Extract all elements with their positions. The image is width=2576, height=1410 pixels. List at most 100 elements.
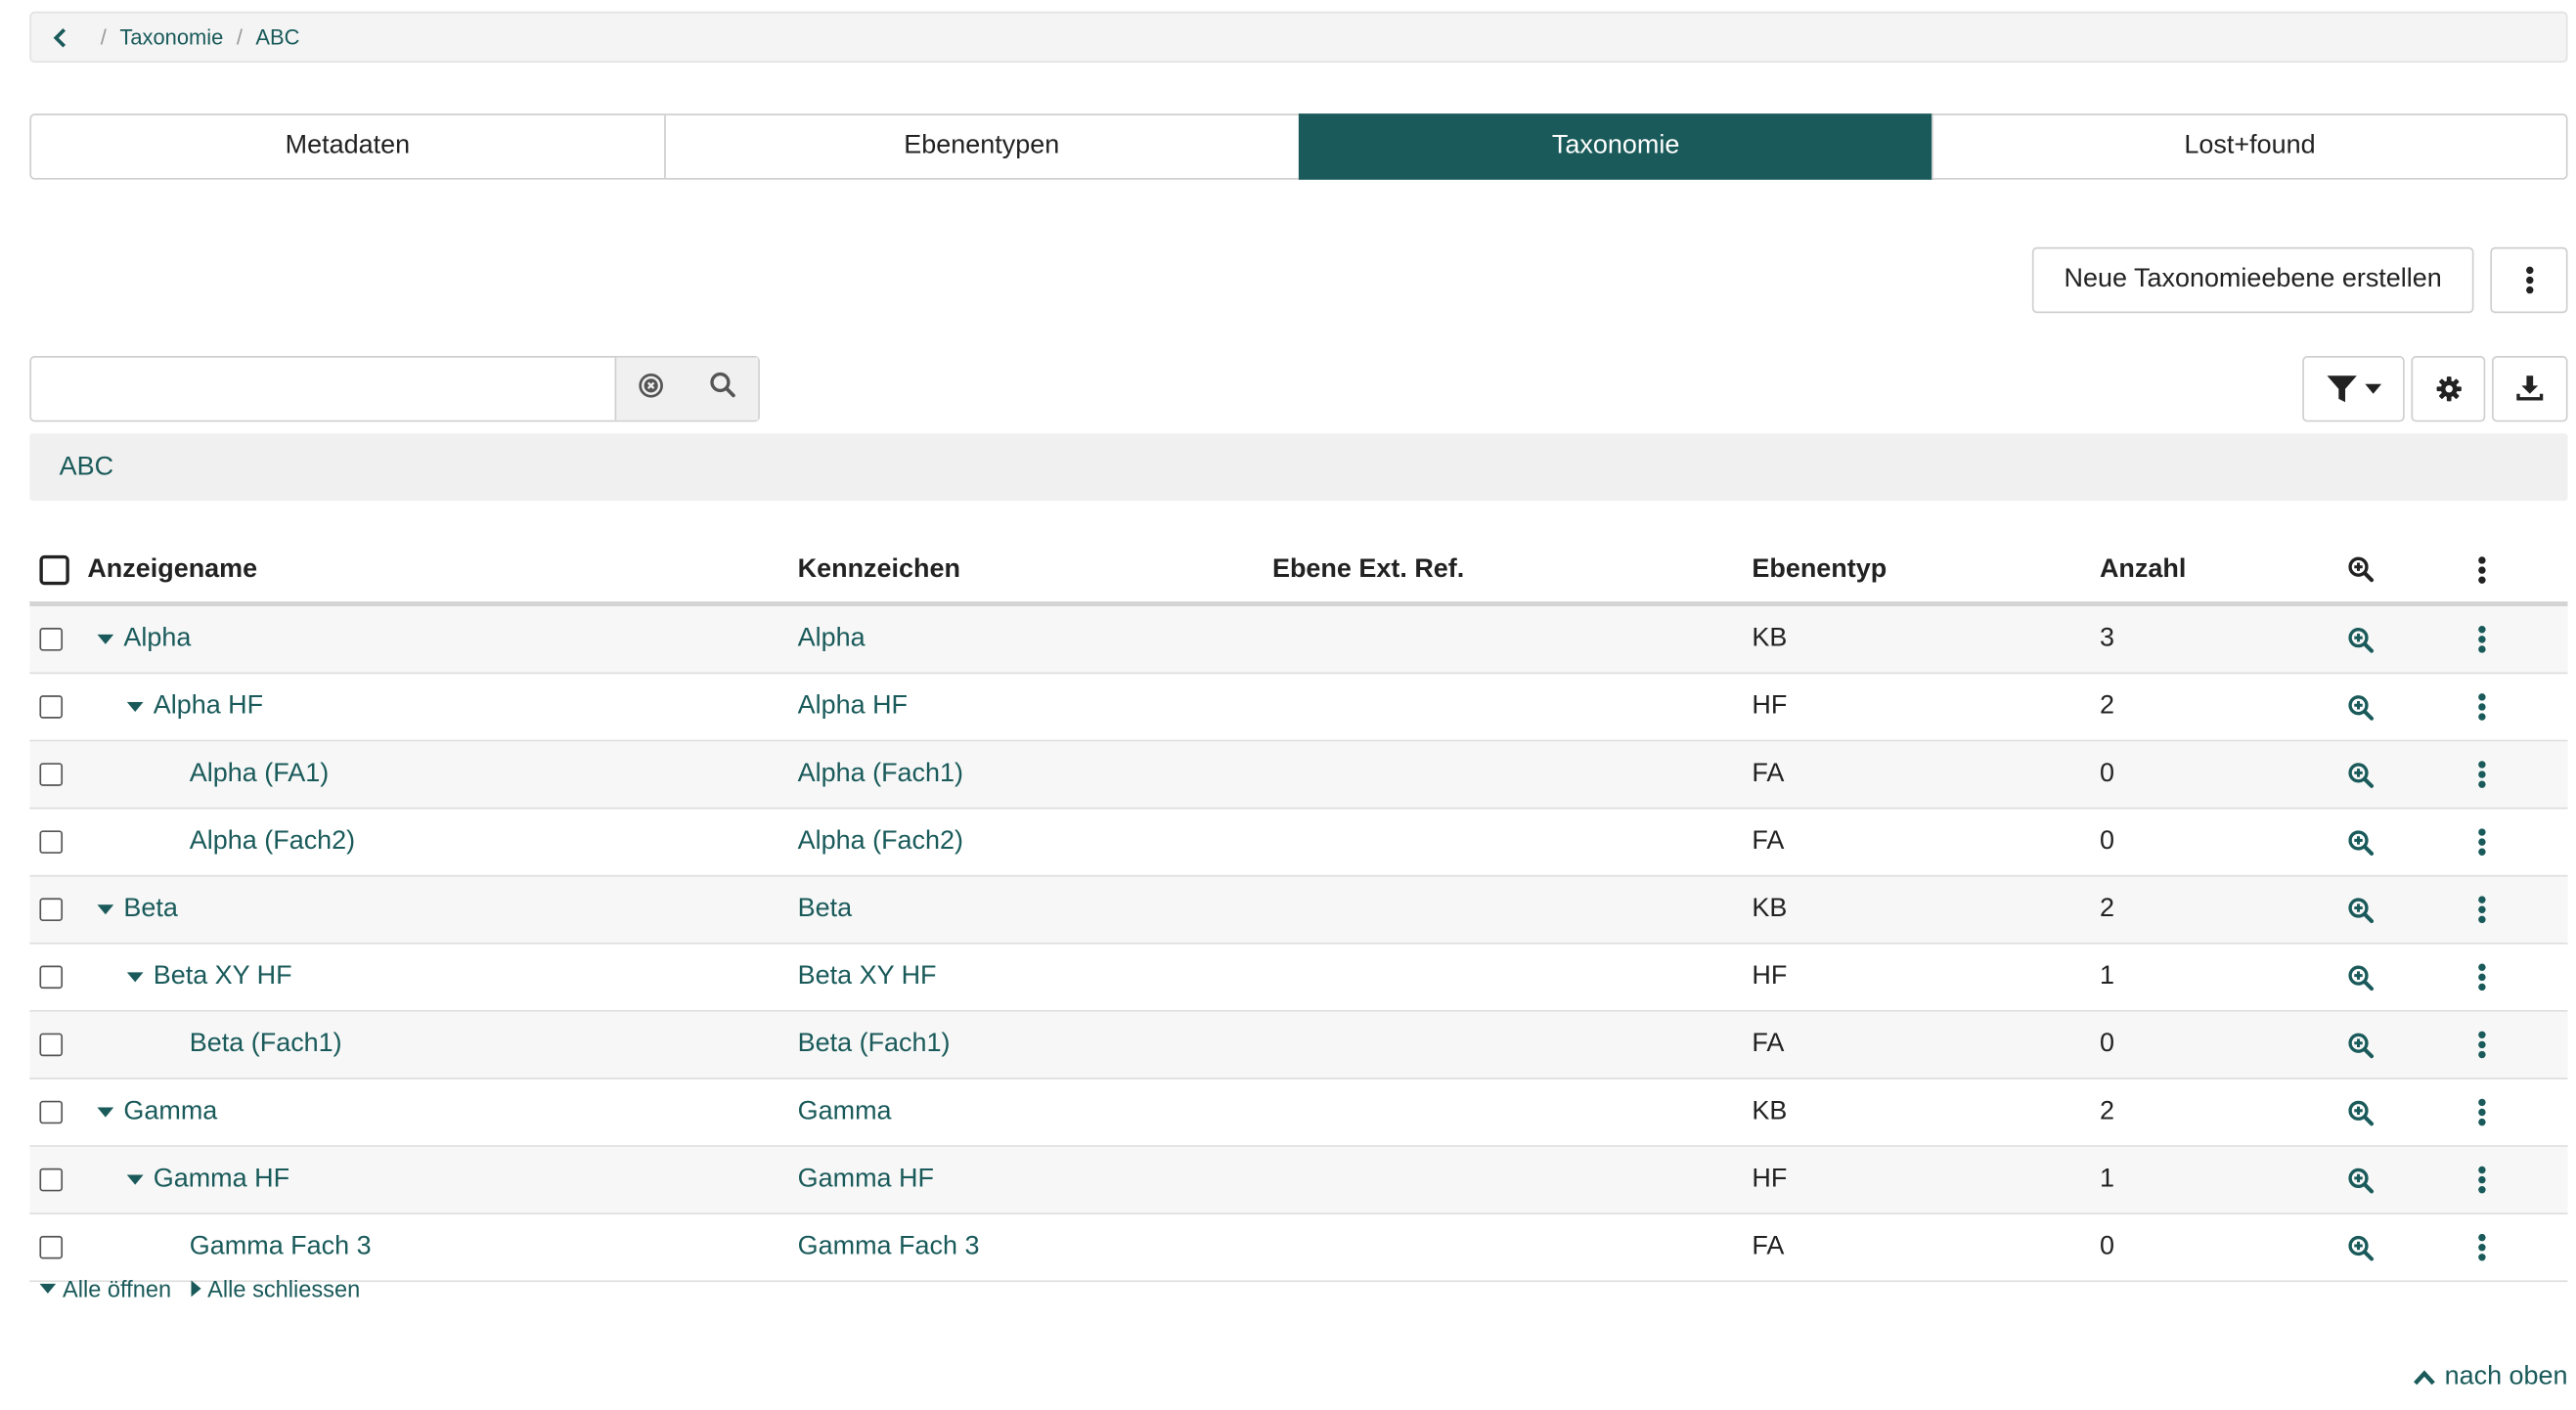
clear-search-button[interactable] bbox=[639, 372, 665, 406]
zoom-in-icon bbox=[2347, 1032, 2374, 1058]
table-row: Beta Beta KB 2 bbox=[29, 876, 2568, 945]
level-name-link[interactable]: Gamma Fach 3 bbox=[190, 1233, 372, 1262]
taxonomy-table: Anzeigename Kennzeichen Ebene Ext. Ref. … bbox=[29, 537, 2568, 1283]
back-to-top-link[interactable]: nach oben bbox=[2414, 1363, 2568, 1392]
kennzeichen-link[interactable]: Alpha (Fach2) bbox=[798, 827, 963, 857]
level-name-link[interactable]: Beta bbox=[123, 895, 177, 924]
breadcrumb-item-abc[interactable]: ABC bbox=[255, 24, 299, 49]
row-checkbox[interactable] bbox=[39, 763, 64, 786]
kennzeichen-link[interactable]: Gamma HF bbox=[798, 1165, 934, 1194]
kennzeichen-link[interactable]: Beta XY HF bbox=[798, 962, 937, 991]
column-header-anzahl[interactable]: Anzahl bbox=[2100, 537, 2186, 601]
kennzeichen-link[interactable]: Gamma bbox=[798, 1097, 892, 1126]
row-actions-button[interactable] bbox=[2465, 877, 2499, 943]
zoom-button[interactable] bbox=[2343, 1012, 2376, 1078]
kennzeichen-link[interactable]: Alpha (Fach1) bbox=[798, 760, 963, 789]
level-name-link[interactable]: Alpha (Fach2) bbox=[190, 827, 355, 857]
search-addon bbox=[614, 357, 759, 420]
row-checkbox[interactable] bbox=[39, 1033, 64, 1057]
column-header-kennzeichen[interactable]: Kennzeichen bbox=[798, 537, 960, 601]
tab-taxonomie[interactable]: Taxonomie bbox=[1298, 113, 1934, 180]
row-checkbox[interactable] bbox=[39, 1168, 64, 1192]
zoom-button[interactable] bbox=[2343, 741, 2376, 807]
tab-metadaten[interactable]: Metadaten bbox=[29, 113, 666, 180]
row-checkbox[interactable] bbox=[39, 898, 64, 922]
kennzeichen-link[interactable]: Alpha HF bbox=[798, 692, 908, 722]
clear-circle-icon bbox=[639, 373, 664, 397]
row-actions-button[interactable] bbox=[2465, 945, 2499, 1010]
level-name-link[interactable]: Gamma bbox=[123, 1097, 217, 1126]
expand-toggle[interactable] bbox=[94, 634, 117, 644]
tab-ebenentypen[interactable]: Ebenentypen bbox=[663, 113, 1300, 180]
level-name-link[interactable]: Beta XY HF bbox=[154, 962, 292, 991]
level-name-link[interactable]: Alpha HF bbox=[154, 692, 263, 722]
search-box bbox=[29, 356, 760, 422]
close-all-link[interactable]: Alle schliessen bbox=[191, 1275, 360, 1301]
ebenentyp-cell: HF bbox=[1752, 1165, 1788, 1194]
filter-button[interactable] bbox=[2302, 356, 2405, 422]
gear-icon bbox=[2435, 376, 2462, 402]
level-name-link[interactable]: Alpha bbox=[123, 625, 191, 654]
zoom-button[interactable] bbox=[2343, 945, 2376, 1010]
close-all-label: Alle schliessen bbox=[207, 1275, 361, 1302]
expand-toggle[interactable] bbox=[123, 972, 147, 983]
zoom-button[interactable] bbox=[2343, 1147, 2376, 1212]
create-taxonomy-level-button[interactable]: Neue Taxonomieebene erstellen bbox=[2031, 246, 2474, 314]
zoom-button[interactable] bbox=[2343, 1214, 2376, 1280]
expand-toggle[interactable] bbox=[123, 1174, 147, 1185]
row-checkbox[interactable] bbox=[39, 965, 64, 990]
column-header-ext-ref[interactable]: Ebene Ext. Ref. bbox=[1272, 537, 1464, 601]
row-actions-button[interactable] bbox=[2465, 1080, 2499, 1145]
expand-toggle[interactable] bbox=[94, 904, 117, 915]
row-actions-button[interactable] bbox=[2465, 1214, 2499, 1280]
level-name-link[interactable]: Beta (Fach1) bbox=[190, 1030, 342, 1059]
breadcrumb-item-taxonomie[interactable]: Taxonomie bbox=[119, 24, 223, 49]
level-name-link[interactable]: Alpha (FA1) bbox=[190, 760, 329, 789]
row-actions-button[interactable] bbox=[2465, 1147, 2499, 1212]
column-header-ebenentyp[interactable]: Ebenentyp bbox=[1752, 537, 1887, 601]
ebenentyp-cell: KB bbox=[1752, 1097, 1788, 1125]
row-checkbox[interactable] bbox=[39, 695, 64, 719]
row-checkbox[interactable] bbox=[39, 830, 64, 854]
row-actions-button[interactable] bbox=[2465, 809, 2499, 874]
expand-toggle[interactable] bbox=[94, 1107, 117, 1118]
table-settings-button[interactable] bbox=[2411, 356, 2486, 422]
kennzeichen-link[interactable]: Gamma Fach 3 bbox=[798, 1233, 980, 1262]
zoom-button[interactable] bbox=[2343, 1080, 2376, 1145]
kennzeichen-link[interactable]: Beta (Fach1) bbox=[798, 1030, 951, 1059]
expand-toggle[interactable] bbox=[123, 701, 147, 713]
download-button[interactable] bbox=[2492, 356, 2568, 422]
kennzeichen-cell: Gamma Fach 3 bbox=[798, 1214, 980, 1280]
tab-lost-found[interactable]: Lost+found bbox=[1932, 113, 2568, 180]
select-all-checkbox[interactable] bbox=[39, 554, 69, 585]
row-checkbox[interactable] bbox=[39, 628, 64, 651]
zoom-button[interactable] bbox=[2343, 606, 2376, 672]
table-row: Beta XY HF Beta XY HF HF 1 bbox=[29, 945, 2568, 1012]
zoom-button[interactable] bbox=[2343, 877, 2376, 943]
zoom-button[interactable] bbox=[2343, 674, 2376, 739]
search-input[interactable] bbox=[31, 357, 615, 420]
row-checkbox[interactable] bbox=[39, 1100, 64, 1124]
kennzeichen-link[interactable]: Alpha bbox=[798, 625, 866, 654]
level-name-link[interactable]: Gamma HF bbox=[154, 1165, 289, 1194]
ebenentyp-cell: HF bbox=[1752, 962, 1788, 991]
row-actions-button[interactable] bbox=[2465, 674, 2499, 739]
ebenentyp-cell: KB bbox=[1752, 895, 1788, 923]
row-actions-button[interactable] bbox=[2465, 606, 2499, 672]
caret-down-icon bbox=[2365, 383, 2382, 394]
search-button[interactable] bbox=[708, 371, 736, 407]
row-actions-button[interactable] bbox=[2465, 741, 2499, 807]
zoom-in-icon bbox=[2347, 556, 2374, 583]
column-header-anzeigename[interactable]: Anzeigename bbox=[87, 537, 257, 601]
back-button[interactable] bbox=[31, 13, 87, 61]
zoom-button[interactable] bbox=[2343, 809, 2376, 874]
anzahl-cell: 3 bbox=[2099, 624, 2114, 653]
open-all-link[interactable]: Alle öffnen bbox=[39, 1275, 171, 1301]
kennzeichen-link[interactable]: Beta bbox=[798, 895, 852, 924]
zoom-in-icon bbox=[2347, 627, 2374, 652]
ebenentyp-cell: FA bbox=[1752, 1232, 1785, 1261]
kennzeichen-cell: Gamma bbox=[798, 1080, 892, 1145]
more-actions-button[interactable] bbox=[2490, 246, 2568, 314]
row-actions-button[interactable] bbox=[2465, 1012, 2499, 1078]
row-checkbox[interactable] bbox=[39, 1235, 64, 1259]
